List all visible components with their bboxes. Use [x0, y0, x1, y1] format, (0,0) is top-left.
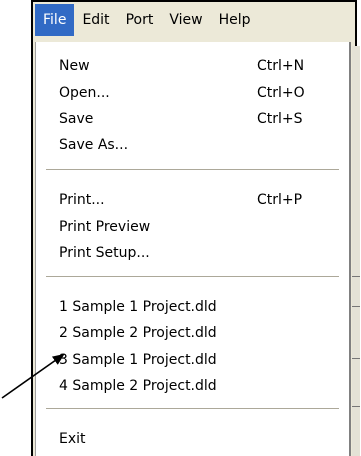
- annotation-arrow-icon: [1, 353, 65, 399]
